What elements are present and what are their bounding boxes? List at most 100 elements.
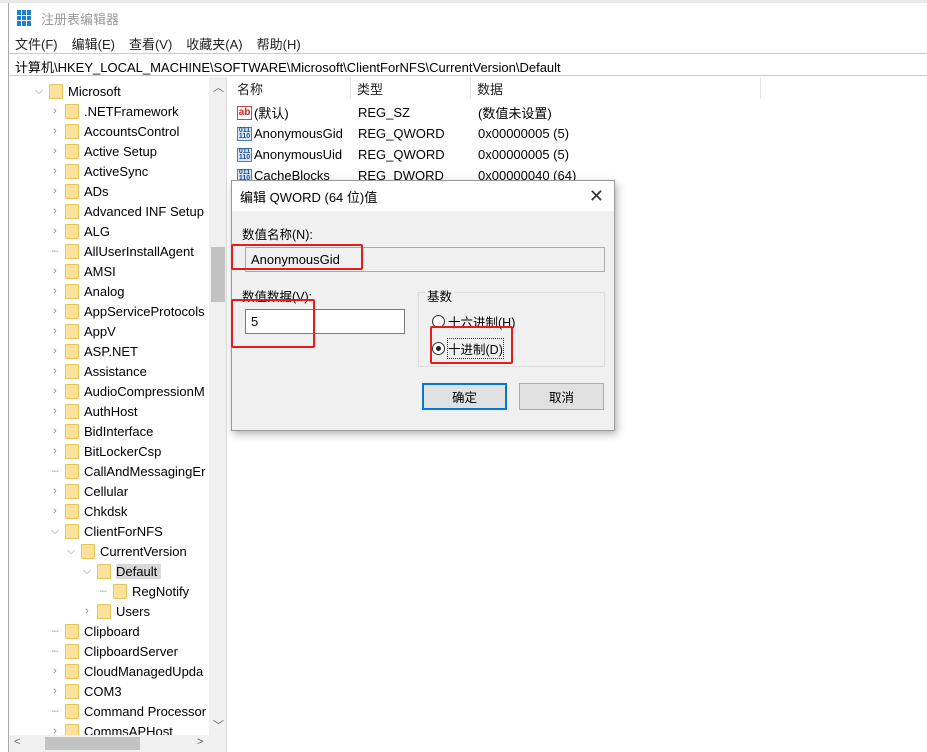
tree-item[interactable]: › ALG (49, 221, 110, 241)
scroll-up-icon[interactable]: ︿ (213, 79, 224, 95)
tree-item[interactable]: › BidInterface (49, 421, 153, 441)
tree-item[interactable]: › AppV (49, 321, 116, 341)
chevron-down-icon[interactable]: ⌵ (33, 85, 45, 98)
chevron-right-icon[interactable]: › (49, 365, 61, 377)
menu-view[interactable]: 查看(V) (129, 34, 172, 53)
tree-item-label: ASP.NET (84, 343, 138, 359)
tree-item[interactable]: › COM3 (49, 681, 122, 701)
tree-item[interactable]: › AppServiceProtocols (49, 301, 205, 321)
tree-item[interactable]: › Chkdsk (49, 501, 127, 521)
chevron-right-icon[interactable]: › (49, 345, 61, 357)
tree-item-label: ActiveSync (84, 163, 149, 179)
chevron-right-icon[interactable]: › (49, 445, 61, 457)
cancel-button[interactable]: 取消 (519, 383, 604, 410)
list-row[interactable]: 011 110 AnonymousUid REG_QWORD 0x00000005 (… (231, 144, 831, 165)
ok-button[interactable]: 确定 (422, 383, 507, 410)
chevron-down-icon[interactable]: ⌵ (65, 545, 77, 558)
chevron-down-icon[interactable]: ⌵ (49, 525, 61, 538)
scroll-left-icon[interactable]: < (14, 736, 20, 748)
folder-icon (65, 643, 79, 659)
folder-icon (65, 403, 79, 419)
chevron-right-icon[interactable]: › (49, 185, 61, 197)
tree-item[interactable]: ┈ ClipboardServer (49, 641, 178, 661)
chevron-down-icon[interactable]: ⌵ (81, 565, 93, 578)
menu-help[interactable]: 帮助(H) (257, 34, 301, 53)
tree-item[interactable]: ⌵ ClientForNFS (49, 521, 163, 541)
folder-icon (65, 363, 79, 379)
binary-value-icon: 011 110 (237, 147, 252, 162)
tree-item[interactable]: › AccountsControl (49, 121, 179, 141)
chevron-right-icon[interactable]: › (49, 105, 61, 117)
tree-item-label: Analog (84, 283, 125, 299)
scroll-thumb[interactable] (45, 737, 140, 750)
string-value-icon: ab (237, 105, 252, 120)
address-bar[interactable]: 计算机\HKEY_LOCAL_MACHINE\SOFTWARE\Microsof… (9, 53, 927, 76)
close-icon[interactable]: ✕ (589, 186, 604, 207)
value-name: (默认) (254, 106, 289, 121)
list-row[interactable]: 011 110 AnonymousGid REG_QWORD 0x00000005 (… (231, 123, 831, 144)
value-type: REG_QWORD (358, 147, 445, 162)
tree-item[interactable]: › BitLockerCsp (49, 441, 161, 461)
chevron-right-icon[interactable]: › (49, 405, 61, 417)
tree-item[interactable]: › ASP.NET (49, 341, 138, 361)
chevron-right-icon[interactable]: › (49, 265, 61, 277)
tree-item[interactable]: › ActiveSync (49, 161, 148, 181)
chevron-right-icon[interactable]: › (49, 205, 61, 217)
folder-icon (49, 83, 63, 99)
tree-item[interactable]: › .NETFramework (49, 101, 179, 121)
tree-item[interactable]: ⌵ CurrentVersion (65, 541, 187, 561)
chevron-right-icon[interactable]: › (49, 285, 61, 297)
tree-item[interactable]: › AMSI (49, 261, 116, 281)
tree-item-label: AMSI (84, 263, 116, 279)
tree-item[interactable]: › Cellular (49, 481, 128, 501)
menu-favorites[interactable]: 收藏夹(A) (186, 34, 242, 53)
column-name[interactable]: 名称 (231, 77, 351, 99)
column-type[interactable]: 类型 (351, 77, 471, 99)
value-data: (数值未设置) (478, 106, 552, 121)
tree-item[interactable]: ┈ RegNotify (97, 581, 189, 601)
tree-item[interactable]: › Active Setup (49, 141, 157, 161)
tree-item[interactable]: ┈ Command Processor (49, 701, 206, 721)
scroll-thumb[interactable] (211, 247, 225, 302)
scroll-right-icon[interactable]: > (197, 736, 203, 748)
list-row[interactable]: ab (默认) REG_SZ (数值未设置) (231, 102, 831, 123)
scroll-down-icon[interactable]: ﹀ (213, 717, 224, 733)
chevron-right-icon[interactable]: › (49, 225, 61, 237)
folder-icon (65, 443, 79, 459)
tree-item[interactable]: ┈ AllUserInstallAgent (49, 241, 194, 261)
chevron-right-icon[interactable]: › (49, 685, 61, 697)
menu-edit[interactable]: 编辑(E) (72, 34, 115, 53)
chevron-right-icon[interactable]: › (49, 305, 61, 317)
tree-item[interactable]: ┈ CallAndMessagingEr (49, 461, 205, 481)
tree-horizontal-scrollbar[interactable]: < > (9, 735, 226, 752)
column-data[interactable]: 数据 (471, 77, 761, 99)
tree-item[interactable]: › Assistance (49, 361, 147, 381)
folder-icon (65, 623, 79, 639)
chevron-right-icon[interactable]: › (81, 605, 93, 617)
chevron-right-icon[interactable]: › (49, 165, 61, 177)
tree-item[interactable]: ⌵ Default (81, 561, 162, 581)
chevron-right-icon[interactable]: › (49, 425, 61, 437)
chevron-right-icon[interactable]: › (49, 325, 61, 337)
tree-item[interactable]: › AuthHost (49, 401, 137, 421)
tree-item[interactable]: › Advanced INF Setup (49, 201, 204, 221)
menu-file[interactable]: 文件(F) (15, 34, 58, 53)
chevron-right-icon[interactable]: › (49, 125, 61, 137)
folder-icon (65, 463, 79, 479)
tree-item-label: Cellular (84, 483, 129, 499)
chevron-right-icon[interactable]: › (49, 145, 61, 157)
tree-item[interactable]: ⌵ Microsoft (33, 81, 121, 101)
tree-item[interactable]: › CloudManagedUpda (49, 661, 203, 681)
tree-item[interactable]: › AudioCompressionM (49, 381, 205, 401)
tree-vertical-scrollbar[interactable]: ︿ ﹀ (209, 77, 226, 735)
tree-item[interactable]: › Analog (49, 281, 124, 301)
folder-icon (65, 323, 79, 339)
tree-item[interactable]: ┈ Clipboard (49, 621, 140, 641)
tree-item[interactable]: › Users (81, 601, 150, 621)
chevron-right-icon[interactable]: › (49, 505, 61, 517)
tree-item[interactable]: › ADs (49, 181, 109, 201)
chevron-right-icon[interactable]: › (49, 385, 61, 397)
tree-line-icon: ┈ (99, 585, 107, 598)
chevron-right-icon[interactable]: › (49, 485, 61, 497)
chevron-right-icon[interactable]: › (49, 665, 61, 677)
